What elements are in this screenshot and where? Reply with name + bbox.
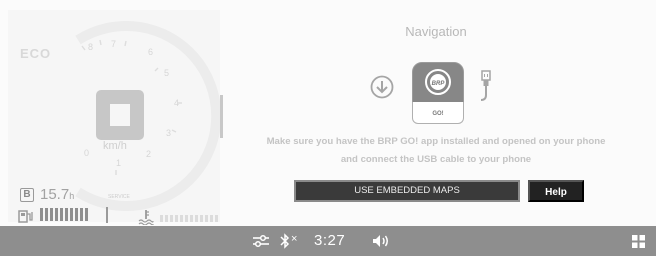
gauge-tick-2: 2	[146, 149, 151, 159]
odometer-sub-label: SERVICE	[108, 194, 130, 200]
status-bar: × 3:27	[0, 226, 656, 256]
fuel-bar-segment	[80, 208, 83, 221]
fuel-level-bars	[40, 208, 88, 221]
temperature-bar-segment	[170, 215, 173, 222]
fuel-bar-segment	[60, 208, 63, 221]
temperature-bar-segment	[200, 215, 203, 222]
fuel-separator	[106, 207, 108, 223]
odometer-value: 15.7	[40, 186, 70, 203]
apps-grid-icon[interactable]	[632, 235, 645, 248]
odometer: 15.7h	[40, 186, 74, 203]
fuel-bar-segment	[70, 208, 73, 221]
settings-slider-icon[interactable]	[252, 234, 270, 248]
screen: 8 7 6 5 4 3 2 1 0 ECO 0 km/h B	[0, 0, 656, 256]
svg-text:BRP: BRP	[432, 81, 446, 87]
bluetooth-icon[interactable]	[280, 233, 290, 249]
temperature-bar-segment	[160, 215, 163, 222]
brp-logo-icon: BRP	[425, 69, 451, 95]
bluetooth-disconnected-mark: ×	[291, 233, 298, 245]
temperature-bar-segment	[215, 215, 218, 222]
fuel-bar-segment	[85, 208, 88, 221]
temperature-bar-segment	[165, 215, 168, 222]
fuel-icon	[18, 210, 33, 223]
temperature-bar-segment	[210, 215, 213, 222]
fuel-bar-segment	[65, 208, 68, 221]
eco-mode-label: ECO	[20, 46, 52, 61]
temperature-bar-segment	[205, 215, 208, 222]
temperature-bar-segment	[195, 215, 198, 222]
gauge-tick-1: 1	[116, 158, 121, 168]
gauge-tick-6: 6	[148, 47, 153, 57]
gauge-tick-8: 8	[88, 42, 93, 52]
instrument-panel: 8 7 6 5 4 3 2 1 0 ECO 0 km/h B	[8, 10, 220, 225]
navigation-instructions: Make sure you have the BRP GO! app insta…	[266, 136, 606, 165]
temperature-bar-segment	[180, 215, 183, 222]
gear-indicator: B	[20, 188, 34, 202]
temperature-bar-segment	[190, 215, 193, 222]
usb-cable-icon	[480, 70, 491, 101]
use-embedded-maps-button[interactable]: USE EMBEDDED MAPS	[294, 180, 520, 202]
fuel-bar-segment	[45, 208, 48, 221]
clock: 3:27	[314, 232, 346, 249]
fuel-bar-segment	[55, 208, 58, 221]
odometer-unit: h	[69, 191, 75, 201]
fuel-bar-segment	[40, 208, 43, 221]
navigation-title: Navigation	[405, 24, 467, 39]
fuel-bar-segment	[50, 208, 53, 221]
download-arrow-icon	[370, 75, 394, 99]
fuel-bar-segment	[75, 208, 78, 221]
temperature-bar-segment	[175, 215, 178, 222]
coolant-temperature-icon	[138, 210, 154, 225]
help-button[interactable]: Help	[528, 180, 584, 202]
speed-unit: km/h	[103, 140, 127, 152]
volume-icon[interactable]	[372, 234, 390, 248]
temperature-level-bars	[160, 215, 218, 222]
temperature-bar-segment	[185, 215, 188, 222]
brp-app-label: GO!	[432, 111, 444, 117]
gauge-tick-0: 0	[84, 148, 89, 158]
panel-divider	[220, 95, 223, 138]
gauge-tick-3: 3	[166, 128, 171, 138]
speed-readout: 0	[96, 90, 144, 140]
navigation-panel: Navigation BRP GO! Make sure you have th…	[224, 10, 648, 224]
gauge-tick-5: 5	[164, 68, 169, 78]
gauge-tick-7: 7	[111, 39, 116, 49]
